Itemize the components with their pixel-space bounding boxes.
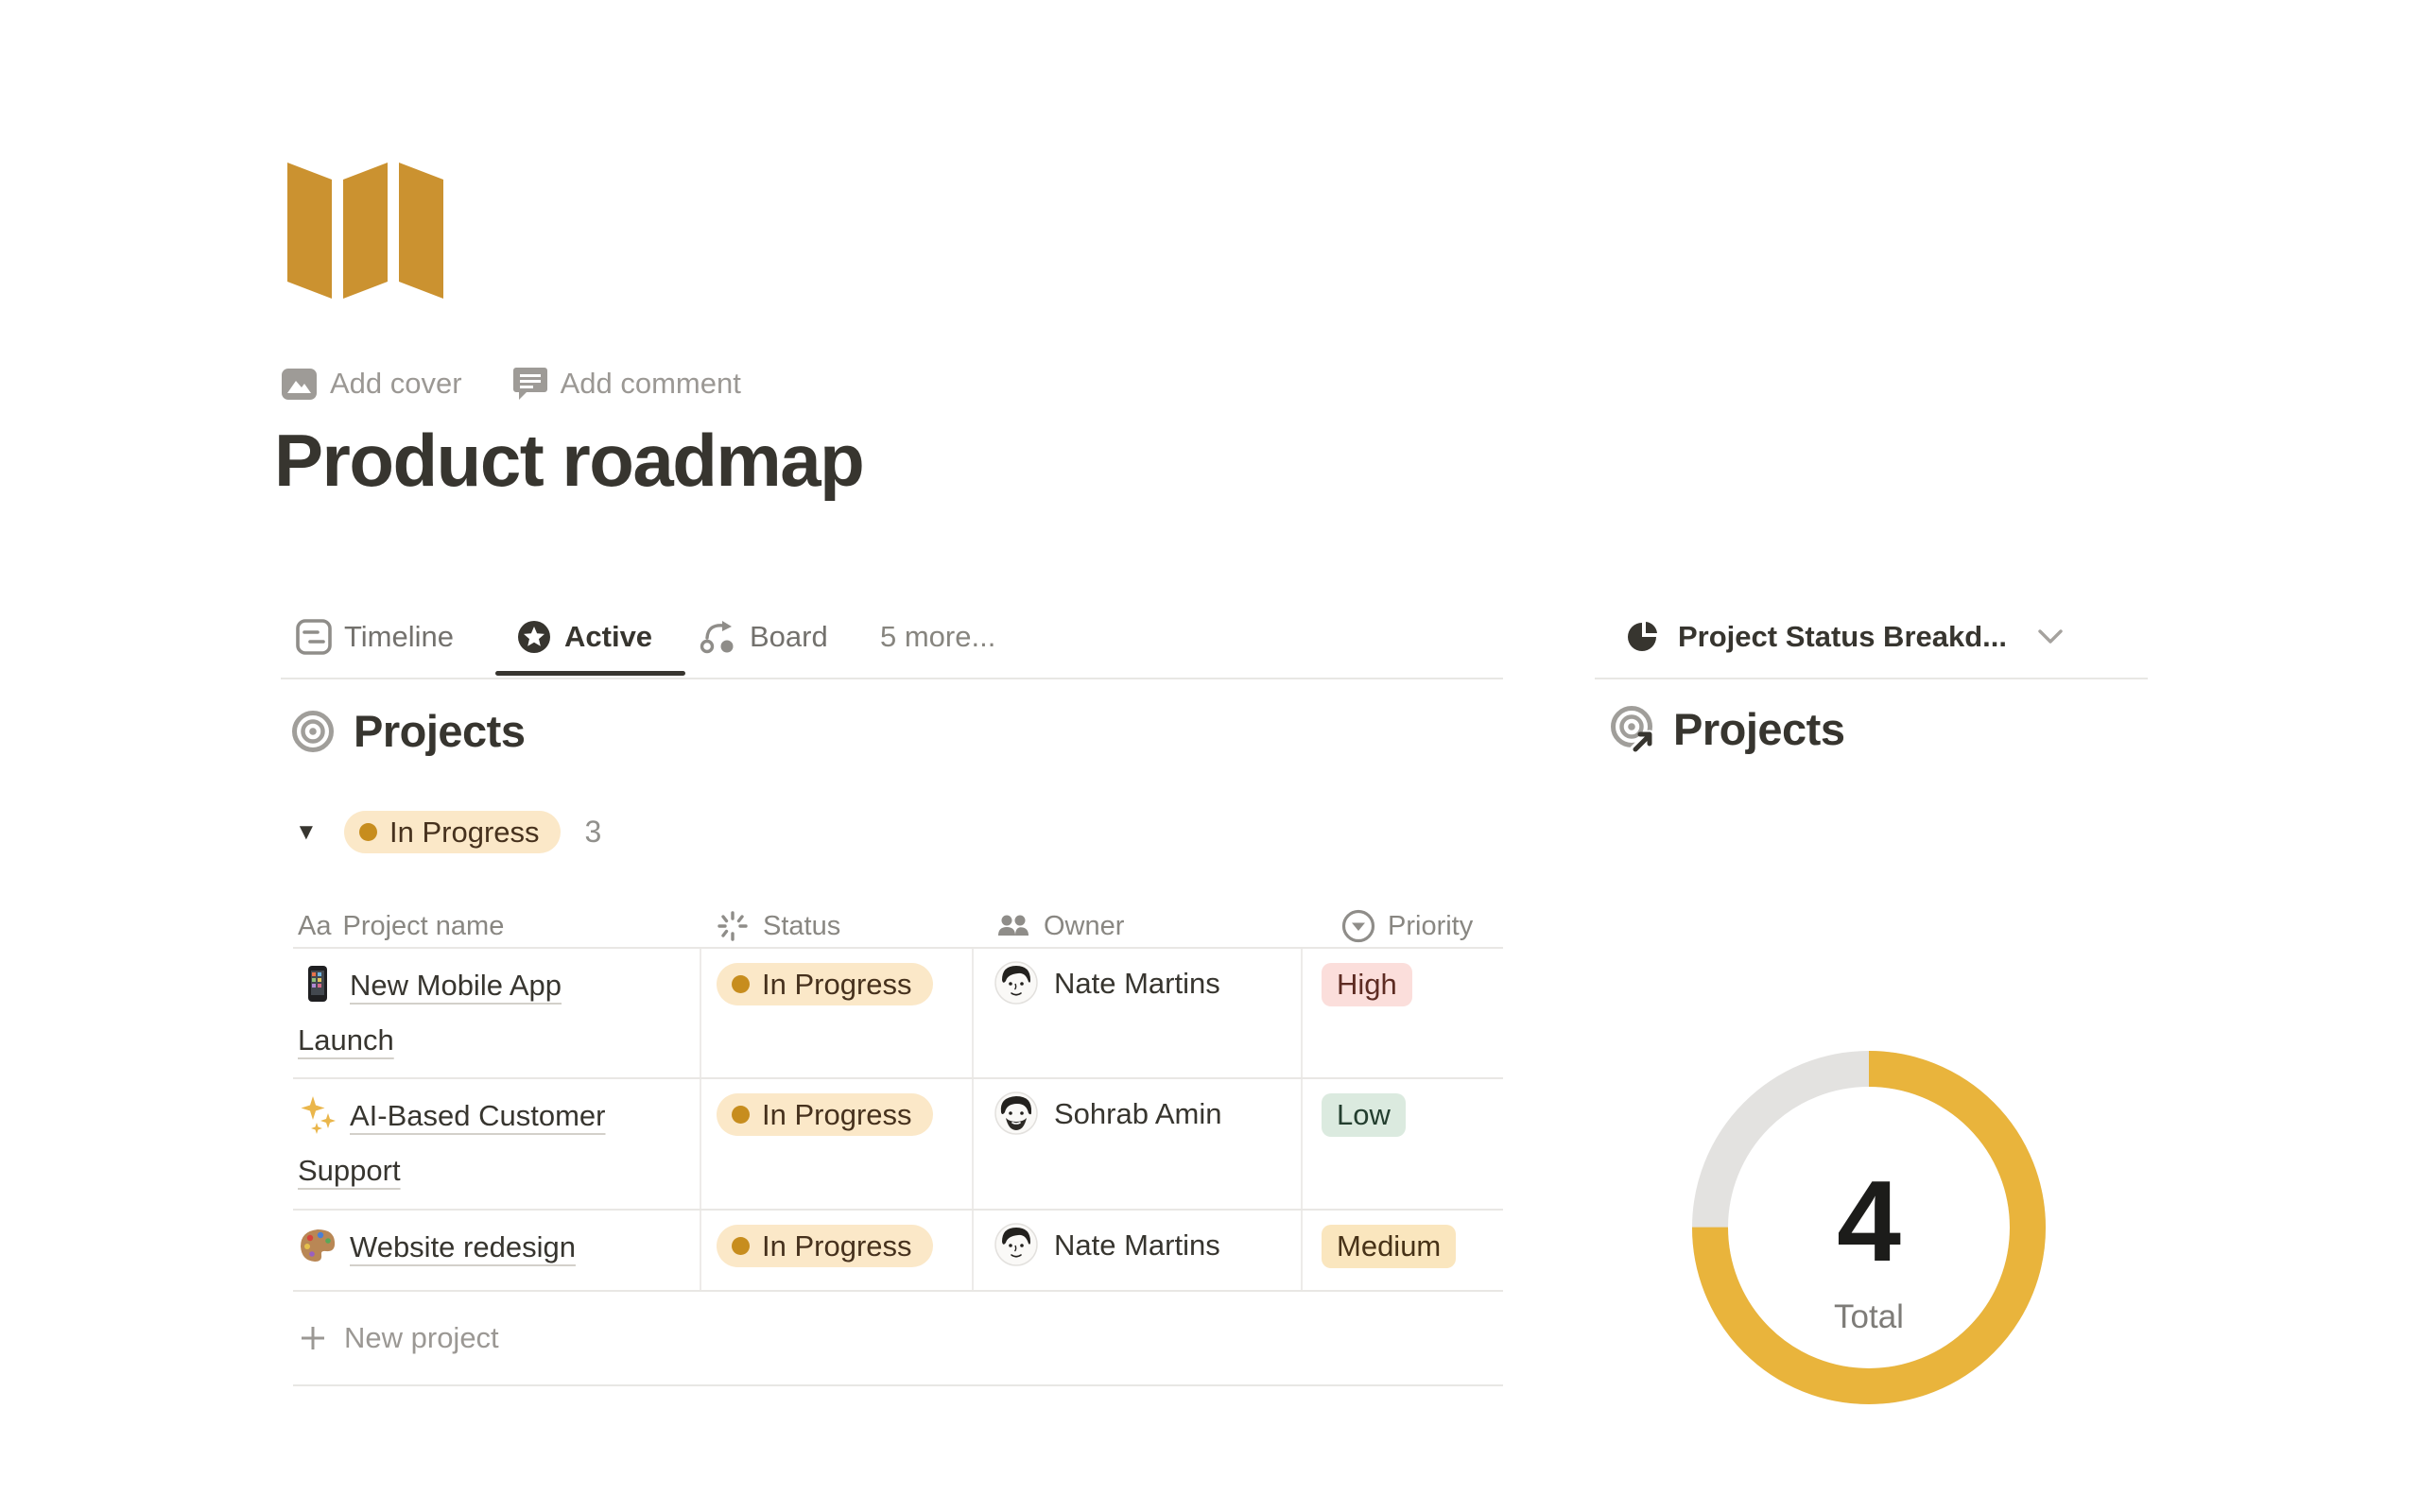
- board-icon: [699, 617, 738, 657]
- notion-page: Add cover Add comment Product roadmap Ti…: [0, 0, 2420, 1512]
- add-cover-label: Add cover: [330, 367, 462, 401]
- tab-project-status-breakdown[interactable]: Project Status Breakd...: [1627, 612, 2064, 662]
- table-row: Website redesign In Progress Nate Martin…: [293, 1209, 1503, 1290]
- column-header-status[interactable]: Status: [701, 905, 974, 947]
- priority-tag: Medium: [1322, 1225, 1456, 1268]
- priority-tag: Low: [1322, 1093, 1406, 1137]
- add-comment-label: Add comment: [561, 367, 741, 401]
- new-project-button[interactable]: New project: [293, 1290, 1503, 1384]
- people-icon: [994, 907, 1032, 945]
- tab-active[interactable]: Active: [515, 612, 652, 662]
- table-header-row: Aa Project name Status: [293, 905, 1503, 947]
- status-label: In Progress: [762, 1098, 912, 1132]
- owner-name: Sohrab Amin: [1054, 1097, 1222, 1131]
- cell-project-name[interactable]: AI-Based Customer Support: [293, 1079, 701, 1209]
- column-header-priority-label: Priority: [1388, 911, 1473, 942]
- star-icon: [515, 618, 553, 656]
- cell-owner[interactable]: Nate Martins: [974, 1211, 1303, 1290]
- cell-priority[interactable]: Low: [1303, 1079, 1503, 1209]
- projects-heading-right: Projects: [1609, 703, 1844, 755]
- cell-owner[interactable]: Nate Martins: [974, 949, 1303, 1077]
- projects-heading-left: Projects: [291, 705, 525, 757]
- group-toggle-icon[interactable]: ▼: [295, 819, 320, 846]
- right-toolbar-divider: [1595, 678, 2148, 679]
- column-header-project-name[interactable]: Aa Project name: [293, 905, 701, 947]
- column-header-priority[interactable]: Priority: [1303, 905, 1503, 947]
- status-dot-icon: [732, 975, 750, 993]
- priority-tag: High: [1322, 963, 1412, 1006]
- avatar: [994, 961, 1038, 1005]
- avatar: [994, 1091, 1038, 1135]
- cell-owner[interactable]: Sohrab Amin: [974, 1079, 1303, 1209]
- project-link[interactable]: Website redesign: [350, 1230, 576, 1263]
- table-row: New Mobile App Launch In Progress Nate M…: [293, 947, 1503, 1077]
- status-dot-icon: [732, 1237, 750, 1255]
- cell-status[interactable]: In Progress: [701, 1211, 974, 1290]
- tab-board[interactable]: Board: [699, 612, 828, 662]
- map-icon: [287, 157, 444, 299]
- donut-total-label: Total: [1688, 1298, 2049, 1336]
- owner-name: Nate Martins: [1054, 1228, 1220, 1263]
- left-toolbar-divider: [281, 678, 1503, 679]
- tab-active-label: Active: [564, 620, 652, 654]
- group-status-pill[interactable]: In Progress: [344, 811, 561, 853]
- timeline-icon: [295, 618, 333, 656]
- smartphone-icon: [298, 964, 337, 1004]
- status-pill: In Progress: [717, 1225, 933, 1267]
- column-header-owner-label: Owner: [1044, 911, 1124, 942]
- page-title: Product roadmap: [274, 418, 863, 504]
- status-dot-icon: [732, 1106, 750, 1124]
- cell-status[interactable]: In Progress: [701, 949, 974, 1077]
- tab-project-status-breakdown-label: Project Status Breakd...: [1678, 620, 2007, 654]
- page-icon-map[interactable]: [287, 157, 444, 303]
- table-row: AI-Based Customer Support In Progress So…: [293, 1077, 1503, 1209]
- avatar: [994, 1223, 1038, 1266]
- cell-status[interactable]: In Progress: [701, 1079, 974, 1209]
- group-status-label: In Progress: [389, 816, 540, 850]
- active-tab-underline: [495, 671, 685, 676]
- owner-name: Nate Martins: [1054, 967, 1220, 1001]
- cell-project-name[interactable]: Website redesign: [293, 1211, 701, 1290]
- palette-icon: [298, 1226, 337, 1265]
- project-link[interactable]: AI-Based Customer Support: [298, 1099, 606, 1187]
- linked-target-icon: [1609, 704, 1658, 755]
- column-header-project-name-label: Project name: [342, 911, 504, 942]
- tab-more-label: 5 more...: [880, 620, 995, 654]
- projects-heading-right-label: Projects: [1673, 703, 1844, 755]
- tab-board-label: Board: [750, 620, 828, 654]
- status-label: In Progress: [762, 1229, 912, 1263]
- column-header-status-label: Status: [763, 911, 840, 942]
- plus-icon: [299, 1324, 327, 1352]
- projects-table: Aa Project name Status: [293, 905, 1503, 1386]
- add-comment-button[interactable]: Add comment: [513, 367, 741, 401]
- projects-heading-left-label: Projects: [354, 705, 525, 757]
- status-dot-icon: [359, 823, 377, 841]
- cell-priority[interactable]: High: [1303, 949, 1503, 1077]
- column-header-owner[interactable]: Owner: [974, 905, 1303, 947]
- comment-icon: [513, 368, 547, 400]
- cell-project-name[interactable]: New Mobile App Launch: [293, 949, 701, 1077]
- table-bottom-divider: [293, 1384, 1503, 1386]
- group-count: 3: [585, 815, 602, 850]
- select-property-icon: [1340, 908, 1376, 944]
- tab-timeline[interactable]: Timeline: [295, 612, 454, 662]
- add-cover-button[interactable]: Add cover: [282, 367, 462, 401]
- cell-priority[interactable]: Medium: [1303, 1211, 1503, 1290]
- status-label: In Progress: [762, 968, 912, 1002]
- tab-more[interactable]: 5 more...: [880, 612, 995, 662]
- tab-timeline-label: Timeline: [344, 620, 454, 654]
- chevron-down-icon[interactable]: [2037, 628, 2064, 645]
- donut-total-value: 4: [1688, 1155, 2049, 1287]
- new-project-label: New project: [344, 1321, 499, 1355]
- pie-chart-icon: [1627, 620, 1661, 654]
- status-pill: In Progress: [717, 1093, 933, 1136]
- sparkles-icon: [298, 1094, 337, 1134]
- status-spinner-icon: [714, 907, 752, 945]
- image-icon: [282, 369, 317, 400]
- status-pill: In Progress: [717, 963, 933, 1005]
- target-icon: [291, 710, 335, 753]
- text-property-icon: Aa: [298, 911, 331, 942]
- group-row-in-progress: ▼ In Progress 3: [295, 811, 601, 853]
- page-controls: Add cover Add comment: [282, 367, 741, 401]
